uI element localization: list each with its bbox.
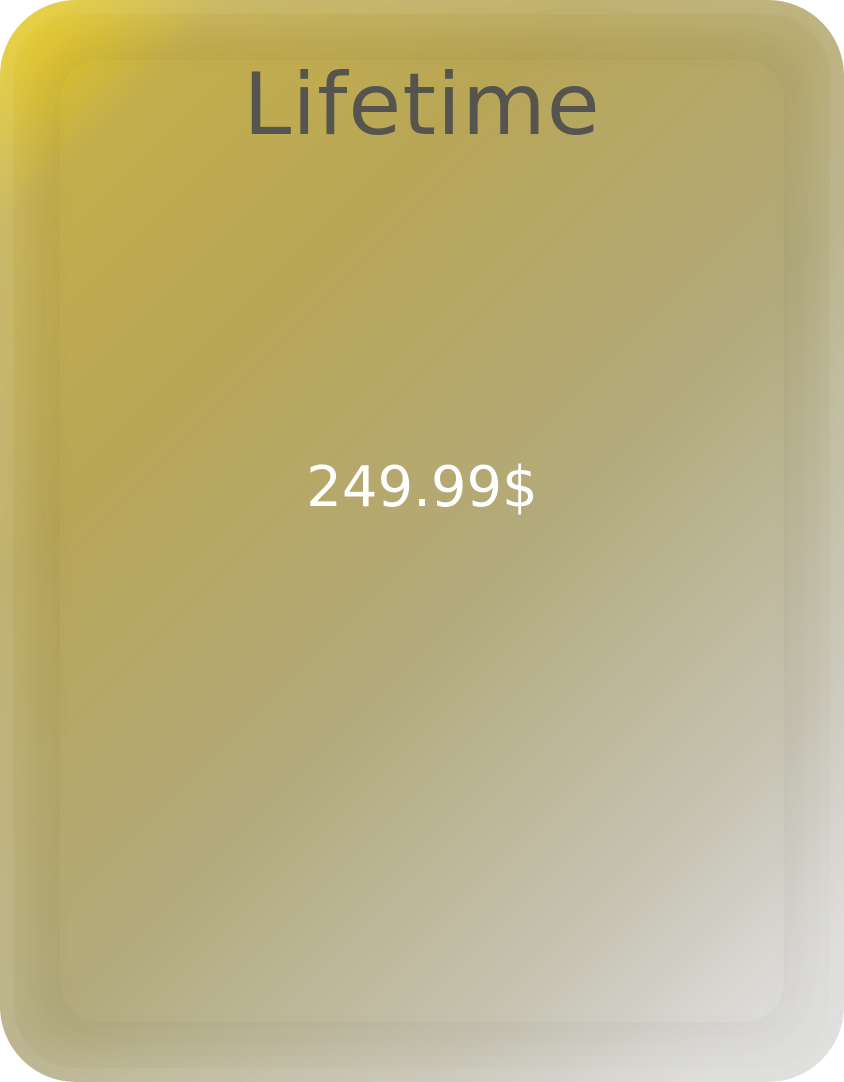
- plan-title: Lifetime: [243, 55, 601, 155]
- plan-price: 249.99$: [306, 455, 538, 520]
- card-bevel: [0, 0, 844, 1082]
- card-inner-glow: [60, 60, 784, 1022]
- lifetime-plan-card[interactable]: Lifetime 249.99$: [0, 0, 844, 1082]
